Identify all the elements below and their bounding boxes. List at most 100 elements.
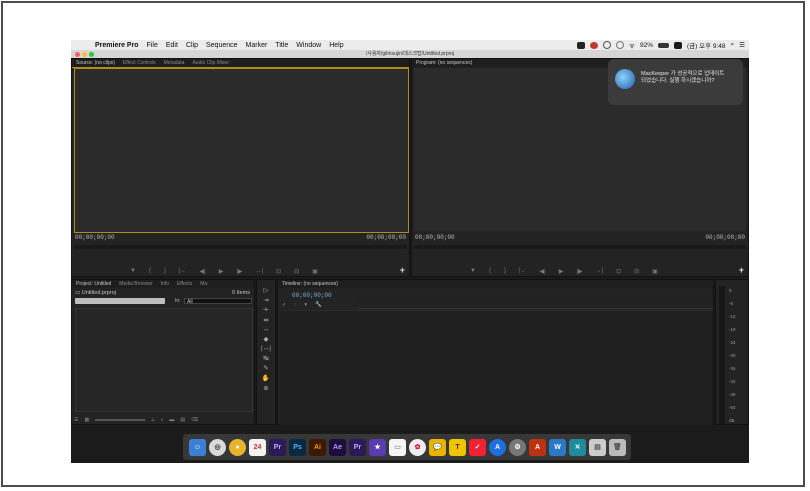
play-icon[interactable]: ▶ <box>559 268 564 275</box>
after-effects-dock-icon[interactable]: Ae <box>329 438 346 456</box>
tab-metadata[interactable]: Metadata <box>164 60 185 66</box>
project-bin-area[interactable] <box>75 308 253 412</box>
in-filter-select[interactable]: All <box>184 298 252 305</box>
menu-edit[interactable]: Edit <box>166 42 178 49</box>
tab-program[interactable]: Program: (no sequences) <box>416 60 472 66</box>
ripple-edit-tool-icon[interactable]: ⟛ <box>263 306 269 314</box>
track-select-tool-icon[interactable]: ⇥ <box>263 296 268 304</box>
mark-out-icon[interactable]: } <box>164 268 166 274</box>
kakaotalk-icon[interactable]: 💬 <box>429 438 446 456</box>
hand-tool-icon[interactable]: ✋ <box>262 374 270 382</box>
menu-marker[interactable]: Marker <box>246 42 268 49</box>
word-icon[interactable]: W <box>549 438 566 456</box>
pen-tool-icon[interactable]: ✎ <box>263 364 268 372</box>
step-forward-icon[interactable]: |▶ <box>576 268 582 275</box>
tab-info[interactable]: Info <box>161 281 169 287</box>
wifi-icon[interactable]: ᯤ <box>629 41 635 50</box>
input-source-icon[interactable] <box>673 41 682 49</box>
menu-sequence[interactable]: Sequence <box>206 42 238 49</box>
go-to-in-icon[interactable]: |← <box>179 268 187 274</box>
go-to-out-icon[interactable]: →| <box>256 268 264 274</box>
spotlight-icon[interactable]: ⌕ <box>731 41 735 49</box>
linked-selection-icon[interactable]: ◌ <box>293 302 296 309</box>
program-time-ruler[interactable] <box>414 245 746 249</box>
illustrator-dock-icon[interactable]: Ai <box>309 438 326 456</box>
marker-icon[interactable]: ▼ <box>470 268 476 274</box>
rolling-edit-tool-icon[interactable]: ⇹ <box>263 316 268 324</box>
project-search-input[interactable] <box>75 298 165 304</box>
app-store-icon[interactable]: A <box>489 438 506 456</box>
close-window-button[interactable] <box>75 51 80 57</box>
timeline-tracks-area[interactable] <box>280 310 713 425</box>
tab-project[interactable]: Project: Untitled <box>76 281 111 287</box>
source-time-ruler[interactable] <box>74 245 407 249</box>
slide-tool-icon[interactable]: ↹ <box>263 354 268 362</box>
xcode-icon[interactable]: ✕ <box>569 438 586 456</box>
find-icon[interactable]: ⌕ <box>161 417 164 423</box>
notes-icon[interactable]: ▭ <box>389 438 406 456</box>
timeline-ruler[interactable] <box>358 292 713 309</box>
imovie-icon[interactable]: ★ <box>369 438 386 456</box>
tab-source[interactable]: Source: (no clips) <box>76 60 115 66</box>
mark-in-icon[interactable]: { <box>489 268 491 274</box>
lift-icon[interactable]: ⊡ <box>616 268 621 275</box>
zoom-tool-icon[interactable]: ⊕ <box>263 384 268 392</box>
overwrite-icon[interactable]: ⊟ <box>294 268 299 275</box>
chrome-icon[interactable]: ● <box>229 438 246 456</box>
finder-icon[interactable]: ☺ <box>189 438 206 456</box>
export-frame-icon[interactable]: ▣ <box>652 268 658 275</box>
tab-effect-controls[interactable]: Effect Controls <box>123 60 156 66</box>
clock[interactable]: (금) 오후 9:48 <box>687 40 726 50</box>
status-clock-icon[interactable] <box>616 41 625 49</box>
snap-icon[interactable]: ⩘ <box>282 302 285 309</box>
marker-icon[interactable]: ▼ <box>130 268 136 274</box>
photoshop-dock-icon[interactable]: Ps <box>289 438 306 456</box>
rate-stretch-tool-icon[interactable]: ↔ <box>263 326 270 333</box>
menu-file[interactable]: File <box>147 42 158 49</box>
status-record-icon[interactable] <box>590 41 599 49</box>
facetime-icon[interactable]: ✓ <box>469 438 486 456</box>
source-timecode-current[interactable]: 00;00;00;00 <box>75 234 115 241</box>
go-to-out-icon[interactable]: →| <box>596 268 604 274</box>
tab-audio-clip-mixer[interactable]: Audio Clip Mixer: <box>192 60 230 66</box>
premiere-dock-icon[interactable]: Pr <box>269 438 286 456</box>
mark-in-icon[interactable]: { <box>149 268 151 274</box>
add-button-icon[interactable]: + <box>739 265 744 275</box>
trash-icon[interactable]: ⌫ <box>191 417 198 423</box>
program-timecode-current[interactable]: 00;00;00;00 <box>415 234 455 241</box>
list-view-icon[interactable]: ☰ <box>74 417 78 423</box>
menu-window[interactable]: Window <box>296 42 321 49</box>
tab-media-browser[interactable]: Media Browser <box>119 281 152 287</box>
step-back-icon[interactable]: ◀| <box>540 268 546 275</box>
status-app-icon[interactable] <box>577 41 586 49</box>
tab-timeline[interactable]: Timeline: (no sequences) <box>282 281 338 287</box>
notification-center-icon[interactable]: ☰ <box>739 41 745 49</box>
export-frame-icon[interactable]: ▣ <box>312 268 318 275</box>
trash-dock-icon[interactable]: 🗑 <box>609 438 626 456</box>
photos-icon[interactable]: ✿ <box>409 438 426 456</box>
step-forward-icon[interactable]: |▶ <box>236 268 242 275</box>
calendar-icon[interactable]: 24 <box>249 438 266 456</box>
safari-icon[interactable]: ◎ <box>209 438 226 456</box>
icon-view-icon[interactable]: ▦ <box>84 417 89 423</box>
automate-icon[interactable]: ⟂ <box>151 417 154 423</box>
documents-folder-icon[interactable]: ▤ <box>589 438 606 456</box>
step-back-icon[interactable]: ◀| <box>200 268 206 275</box>
selection-tool-icon[interactable]: ▷ <box>263 286 268 294</box>
zoom-window-button[interactable] <box>89 51 94 57</box>
razor-tool-icon[interactable]: ◆ <box>263 335 268 343</box>
system-preferences-icon[interactable]: ⚙ <box>509 438 526 456</box>
tab-markers[interactable]: Ma: <box>200 281 208 287</box>
battery-icon[interactable] <box>657 42 669 48</box>
status-circle-icon[interactable] <box>603 41 612 49</box>
app-menu[interactable]: Premiere Pro <box>95 42 139 49</box>
add-marker-icon[interactable]: ▾ <box>304 302 307 309</box>
timeline-timecode[interactable]: 00;00;00;00 <box>292 292 332 299</box>
new-bin-icon[interactable]: ▬ <box>169 417 174 423</box>
new-item-icon[interactable]: ▤ <box>180 417 185 423</box>
minimize-window-button[interactable] <box>82 51 87 57</box>
slip-tool-icon[interactable]: |↔| <box>261 345 271 352</box>
mackeeper-notification[interactable]: MacKeeper 가 성공적으로 업데이트 되었습니다. 실행 하시겠습니까? <box>608 59 743 105</box>
zoom-slider[interactable] <box>95 419 146 421</box>
menu-clip[interactable]: Clip <box>186 42 198 49</box>
